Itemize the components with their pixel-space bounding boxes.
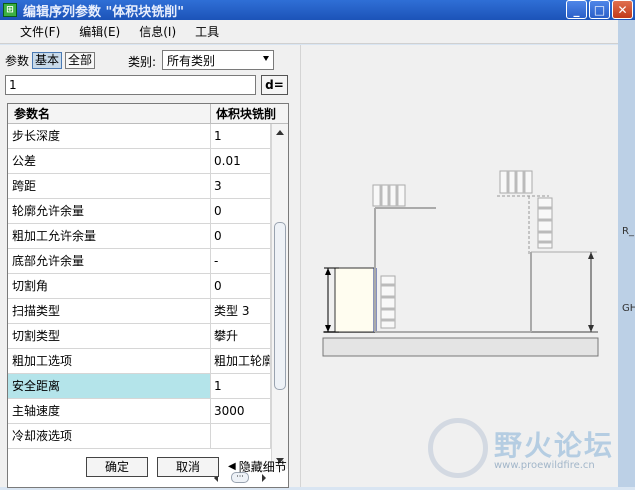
- vertical-scrollbar[interactable]: [271, 124, 288, 469]
- scroll-up-icon[interactable]: [276, 130, 284, 135]
- row-name: 轮廓允许余量: [8, 199, 211, 223]
- row-value[interactable]: 3000: [211, 399, 271, 423]
- menu-info[interactable]: 信息(I): [139, 23, 176, 40]
- scroll-thumb[interactable]: [274, 222, 286, 390]
- category-label: 类别:: [128, 55, 157, 69]
- menu-file[interactable]: 文件(F): [20, 23, 60, 40]
- menu-bar: 文件(F) 编辑(E) 信息(I) 工具: [0, 20, 618, 44]
- chevron-down-icon: [263, 56, 269, 61]
- all-toggle-button[interactable]: 全部: [65, 51, 96, 69]
- parameter-table: 参数名 体积块铣削 步长深度 1 公差 0.01 跨距 3 轮廓允许余量 0 粗加工允许…: [7, 103, 289, 488]
- parameter-panel: 参数 基本 全部 类别: 所有类别 1 d= 参数名 体积块铣削 步长深度 1 公…: [0, 45, 300, 488]
- tool-pocket-icon: [380, 275, 396, 329]
- arrow-up-icon: [325, 268, 331, 275]
- row-value[interactable]: 1: [211, 124, 271, 148]
- watermark-url: www.proewildfire.cn: [494, 460, 595, 471]
- row-name: 安全距离: [8, 374, 211, 398]
- stock-block: [334, 267, 376, 333]
- table-row[interactable]: 切割角 0: [8, 274, 288, 299]
- window-title: 编辑序列参数 "体积块铣削": [23, 4, 185, 20]
- value-input[interactable]: 1: [5, 75, 256, 95]
- table-row[interactable]: 底部允许余量 -: [8, 249, 288, 274]
- table-row[interactable]: 步长深度 1: [8, 124, 288, 149]
- relation-button[interactable]: d=: [261, 75, 288, 95]
- table-row[interactable]: 切割类型 攀升: [8, 324, 288, 349]
- title-bar: ⊞ 编辑序列参数 "体积块铣削" _ □ ✕: [0, 0, 635, 20]
- table-row[interactable]: 主轴速度 3000: [8, 399, 288, 424]
- table-row[interactable]: 轮廓允许余量 0: [8, 199, 288, 224]
- row-value[interactable]: 3: [211, 174, 271, 198]
- minimize-icon[interactable]: _: [566, 0, 587, 19]
- row-value[interactable]: [211, 424, 271, 448]
- row-value[interactable]: 0: [211, 274, 271, 298]
- hide-detail-link[interactable]: ◀ 隐藏细节: [228, 458, 287, 475]
- row-value[interactable]: 1: [211, 374, 271, 398]
- arrow-up-icon: [588, 252, 594, 259]
- row-value[interactable]: 攀升: [211, 324, 271, 348]
- row-name: 公差: [8, 149, 211, 173]
- arrow-down-icon: [588, 325, 594, 332]
- arrow-down-icon: [325, 325, 331, 332]
- row-value[interactable]: -: [211, 249, 271, 273]
- table-row[interactable]: 粗加工允许余量 0: [8, 224, 288, 249]
- row-name: 切割角: [8, 274, 211, 298]
- row-value[interactable]: 0: [211, 199, 271, 223]
- base-plate: [322, 337, 599, 357]
- table-row-selected[interactable]: 安全距离 1: [8, 374, 288, 399]
- maximize-icon[interactable]: □: [589, 0, 610, 19]
- category-value: 所有类别: [167, 53, 216, 68]
- table-row[interactable]: 粗加工选项 粗加工轮廓: [8, 349, 288, 374]
- hide-detail-label: 隐藏细节: [238, 460, 287, 474]
- column-header-name[interactable]: 参数名: [8, 104, 211, 123]
- watermark-logo-icon: [428, 418, 488, 478]
- row-name: 底部允许余量: [8, 249, 211, 273]
- table-header: 参数名 体积块铣削: [8, 104, 288, 124]
- menu-tools[interactable]: 工具: [195, 23, 219, 40]
- row-value[interactable]: 0.01: [211, 149, 271, 173]
- pro-e-icon: ⊞: [3, 3, 17, 17]
- basic-toggle-button[interactable]: 基本: [32, 51, 63, 69]
- table-row[interactable]: 扫描类型 类型 3: [8, 299, 288, 324]
- tool-right-side-icon: [537, 197, 553, 249]
- close-icon[interactable]: ✕: [612, 0, 633, 19]
- table-row[interactable]: 冷却液选项: [8, 424, 288, 449]
- strip-label-top: R_: [622, 226, 634, 237]
- row-value[interactable]: 粗加工轮廓: [211, 349, 271, 373]
- row-name: 粗加工选项: [8, 349, 211, 373]
- row-name: 粗加工允许余量: [8, 224, 211, 248]
- window-controls: _ □ ✕: [566, 0, 633, 19]
- row-name: 扫描类型: [8, 299, 211, 323]
- arrow-left-icon: ◀: [228, 461, 236, 472]
- menu-edit[interactable]: 编辑(E): [79, 23, 120, 40]
- table-row[interactable]: 公差 0.01: [8, 149, 288, 174]
- row-value[interactable]: 0: [211, 224, 271, 248]
- watermark-title: 野火论坛: [494, 429, 615, 462]
- params-filter-row: 参数 基本 全部: [5, 51, 96, 69]
- ok-button[interactable]: 确定: [86, 457, 148, 477]
- tool-top-left-icon: [372, 184, 406, 207]
- params-label: 参数: [5, 53, 30, 68]
- category-select[interactable]: 所有类别: [162, 50, 274, 70]
- cancel-button[interactable]: 取消: [157, 457, 219, 477]
- background-window-strip: R_ GH: [618, 20, 635, 487]
- row-name: 主轴速度: [8, 399, 211, 423]
- table-row[interactable]: 跨距 3: [8, 174, 288, 199]
- strip-label-bottom: GH: [622, 303, 635, 314]
- row-name: 跨距: [8, 174, 211, 198]
- tool-top-right-icon: [499, 170, 533, 194]
- row-name: 切割类型: [8, 324, 211, 348]
- column-header-value[interactable]: 体积块铣削: [211, 104, 288, 123]
- row-name: 步长深度: [8, 124, 211, 148]
- row-value[interactable]: 类型 3: [211, 299, 271, 323]
- row-name: 冷却液选项: [8, 424, 211, 448]
